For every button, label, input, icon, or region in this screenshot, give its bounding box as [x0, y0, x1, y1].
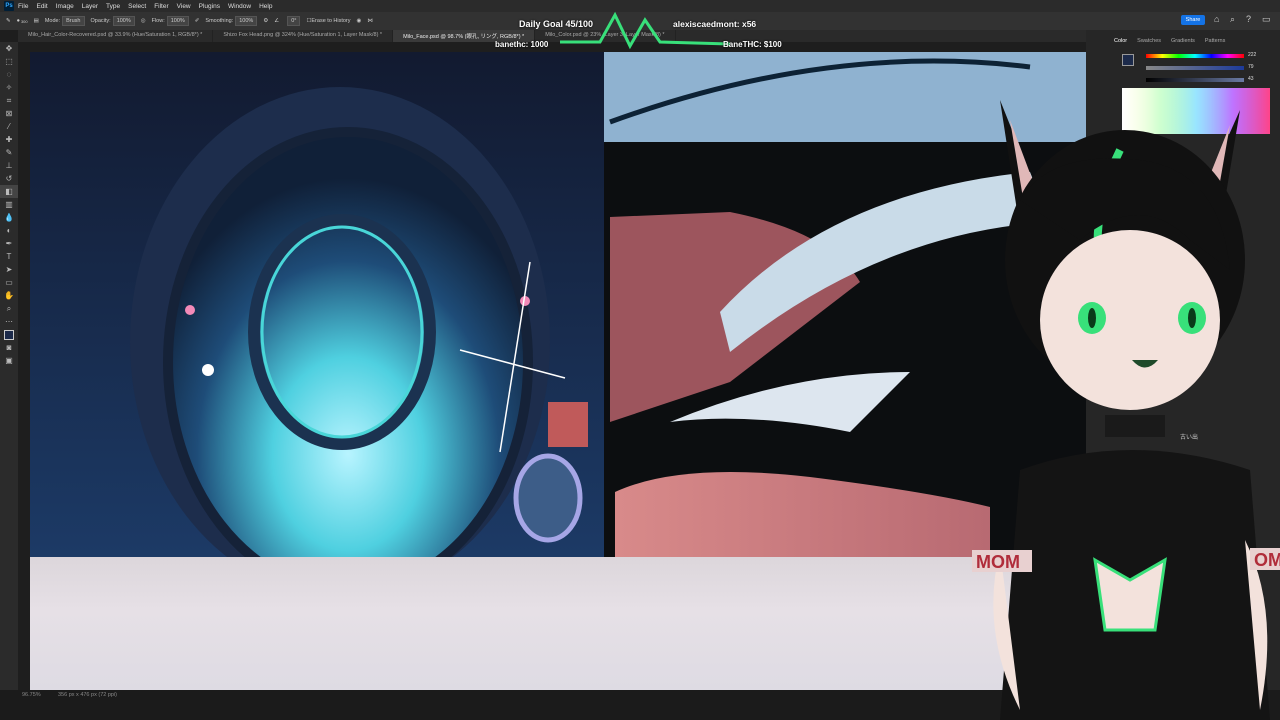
home-icon[interactable]: ⌂ — [1214, 14, 1219, 24]
crop-icon[interactable]: ⌗ — [0, 94, 18, 107]
hue-value[interactable]: 222 — [1248, 52, 1256, 58]
healing-icon[interactable]: ✚ — [0, 133, 18, 146]
bits-donor-text: banethc: 1000 — [495, 40, 549, 49]
smoothing-input[interactable]: 100% — [235, 16, 258, 26]
top-supporter-text: alexiscaedmont: x56 — [673, 19, 757, 29]
pressure-opacity-icon[interactable]: ◎ — [141, 18, 146, 24]
brush-size-value: 300 — [20, 18, 28, 24]
quick-mask-icon[interactable]: ◙ — [0, 341, 18, 354]
path-select-icon[interactable]: ➤ — [0, 263, 18, 276]
tab-patterns[interactable]: Patterns — [1205, 38, 1225, 44]
menu-type[interactable]: Type — [106, 3, 120, 10]
tab-color[interactable]: Color — [1114, 38, 1127, 44]
zoom-level[interactable]: 96.75% — [22, 692, 41, 698]
more-icon[interactable]: ⋯ — [0, 315, 18, 328]
blur-icon[interactable]: 💧 — [0, 211, 18, 224]
flow-input[interactable]: 100% — [166, 16, 189, 26]
erase-to-history-label: Erase to History — [311, 18, 351, 24]
share-button[interactable]: Share — [1181, 15, 1205, 25]
airbrush-icon[interactable]: ✐ — [195, 18, 200, 24]
canvas-pasteboard[interactable] — [30, 557, 1090, 690]
flow-label: Flow: — [151, 18, 165, 24]
hand-icon[interactable]: ✋ — [0, 289, 18, 302]
tab-shizo-fox-head[interactable]: Shizo Fox Head.png @ 324% (Hue/Saturatio… — [213, 30, 394, 42]
document-tabs: Milo_Hair_Color-Recovered.psd @ 33.9% (H… — [18, 30, 1088, 42]
menu-window[interactable]: Window — [228, 3, 251, 10]
menu-select[interactable]: Select — [128, 3, 146, 10]
brush-preset-picker[interactable]: ● 300 — [17, 18, 28, 24]
tab-milo-hair-color[interactable]: Milo_Hair_Color-Recovered.psd @ 33.9% (H… — [18, 30, 214, 42]
foreground-color-icon[interactable] — [0, 328, 18, 341]
search-icon[interactable]: ⌕ — [1230, 14, 1235, 25]
document-info[interactable]: 356 px x 476 px (72 ppi) — [58, 692, 117, 698]
marquee-icon[interactable]: ⬚ — [0, 55, 18, 68]
armband-text: MOM — [976, 552, 1020, 572]
zoom-icon[interactable]: ⌕ — [0, 302, 18, 315]
photoshop-logo-icon[interactable]: Ps — [4, 1, 14, 11]
heartbeat-overlay — [560, 11, 730, 50]
mode-select[interactable]: Brush — [62, 16, 85, 26]
mode-label: Mode: — [44, 18, 61, 24]
type-icon[interactable]: T — [0, 250, 18, 263]
quick-select-icon[interactable]: ✧ — [0, 81, 18, 94]
tab-swatches[interactable]: Swatches — [1137, 38, 1161, 44]
menu-help[interactable]: Help — [259, 3, 272, 10]
armband-text-right: OM — [1254, 550, 1280, 570]
lasso-icon[interactable]: ◌ — [0, 68, 18, 81]
screen-mode-icon[interactable]: ▣ — [0, 354, 18, 367]
stamp-icon[interactable]: ⊥ — [0, 159, 18, 172]
eraser-icon[interactable]: ◧ — [0, 185, 18, 198]
smoothing-settings-icon[interactable]: ⚙ — [263, 18, 268, 24]
menu-edit[interactable]: Edit — [36, 3, 47, 10]
menu-image[interactable]: Image — [56, 3, 74, 10]
brush-settings-icon[interactable]: ▤ — [34, 18, 39, 24]
history-brush-icon[interactable]: ↺ — [0, 172, 18, 185]
symmetry-icon[interactable]: ⋈ — [367, 18, 373, 24]
opacity-label: Opacity: — [90, 18, 111, 24]
hue-slider[interactable] — [1146, 54, 1244, 58]
opacity-input[interactable]: 100% — [112, 16, 135, 26]
brush-icon[interactable]: ✎ — [0, 146, 18, 159]
workspace-icon[interactable]: ▭ — [1262, 14, 1271, 25]
eyedropper-icon[interactable]: ⁄ — [0, 120, 18, 133]
eraser-tool-icon[interactable]: ✎ — [6, 18, 11, 24]
dodge-icon[interactable]: ◐ — [0, 224, 18, 237]
angle-icon: ∠ — [274, 18, 280, 24]
menu-plugins[interactable]: Plugins — [199, 3, 220, 10]
shape-icon[interactable]: ▭ — [0, 276, 18, 289]
menu-filter[interactable]: Filter — [154, 3, 168, 10]
document-canvas[interactable] — [30, 52, 1086, 557]
canvas-artwork — [30, 52, 1086, 557]
help-icon[interactable]: ? — [1246, 14, 1251, 24]
tip-donor-text: BaneTHC: $100 — [723, 40, 782, 49]
erase-to-history-checkbox[interactable]: ☐ Erase to History — [306, 18, 350, 24]
angle-input[interactable]: 0° — [287, 16, 301, 26]
menu-view[interactable]: View — [177, 3, 191, 10]
menu-file[interactable]: File — [18, 3, 28, 10]
vtuber-avatar: MOM OM — [972, 100, 1280, 720]
menu-layer[interactable]: Layer — [82, 3, 98, 10]
frame-icon[interactable]: ⊠ — [0, 107, 18, 120]
pen-icon[interactable]: ✒ — [0, 237, 18, 250]
tools-panel: ✥ ⬚ ◌ ✧ ⌗ ⊠ ⁄ ✚ ✎ ⊥ ↺ ◧ ▥ 💧 ◐ ✒ T ➤ ▭ ✋ … — [0, 42, 18, 692]
pressure-size-icon[interactable]: ◉ — [357, 18, 362, 24]
color-swatch-icon[interactable] — [1122, 54, 1134, 66]
daily-goal-text: Daily Goal 45/100 — [519, 19, 594, 29]
move-icon[interactable]: ✥ — [0, 42, 18, 55]
tab-gradients[interactable]: Gradients — [1171, 38, 1195, 44]
gradient-icon[interactable]: ▥ — [0, 198, 18, 211]
smoothing-label: Smoothing: — [205, 18, 234, 24]
